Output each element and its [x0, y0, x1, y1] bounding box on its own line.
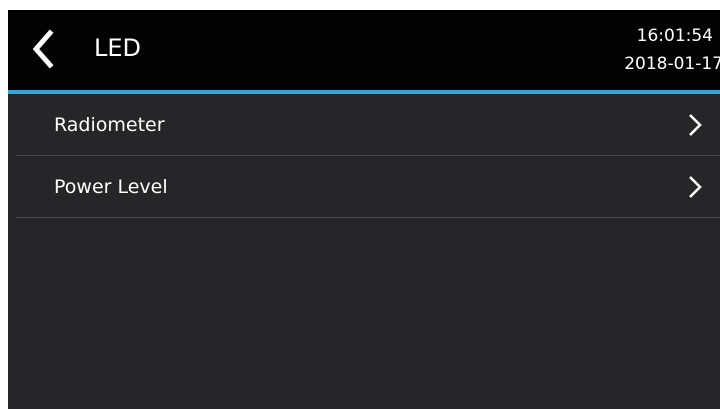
device-screen: LED 16:01:54 2018-01-17 Radiometer Power… — [8, 10, 720, 409]
chevron-left-icon — [32, 29, 54, 69]
clock-date: 2018-01-17 — [624, 54, 720, 74]
menu-item-label: Radiometer — [54, 114, 165, 136]
menu-item-power-level[interactable]: Power Level — [16, 156, 720, 218]
menu-item-label: Power Level — [54, 176, 168, 198]
chevron-right-icon — [688, 175, 702, 199]
header-bar: LED 16:01:54 2018-01-17 — [8, 10, 720, 94]
clock: 16:01:54 2018-01-17 — [540, 22, 720, 78]
clock-time: 16:01:54 — [636, 26, 713, 46]
menu-item-radiometer[interactable]: Radiometer — [16, 94, 720, 156]
menu-list: Radiometer Power Level — [16, 94, 720, 218]
page-title: LED — [94, 34, 142, 62]
back-button[interactable] — [28, 27, 68, 71]
chevron-right-icon — [688, 113, 702, 137]
